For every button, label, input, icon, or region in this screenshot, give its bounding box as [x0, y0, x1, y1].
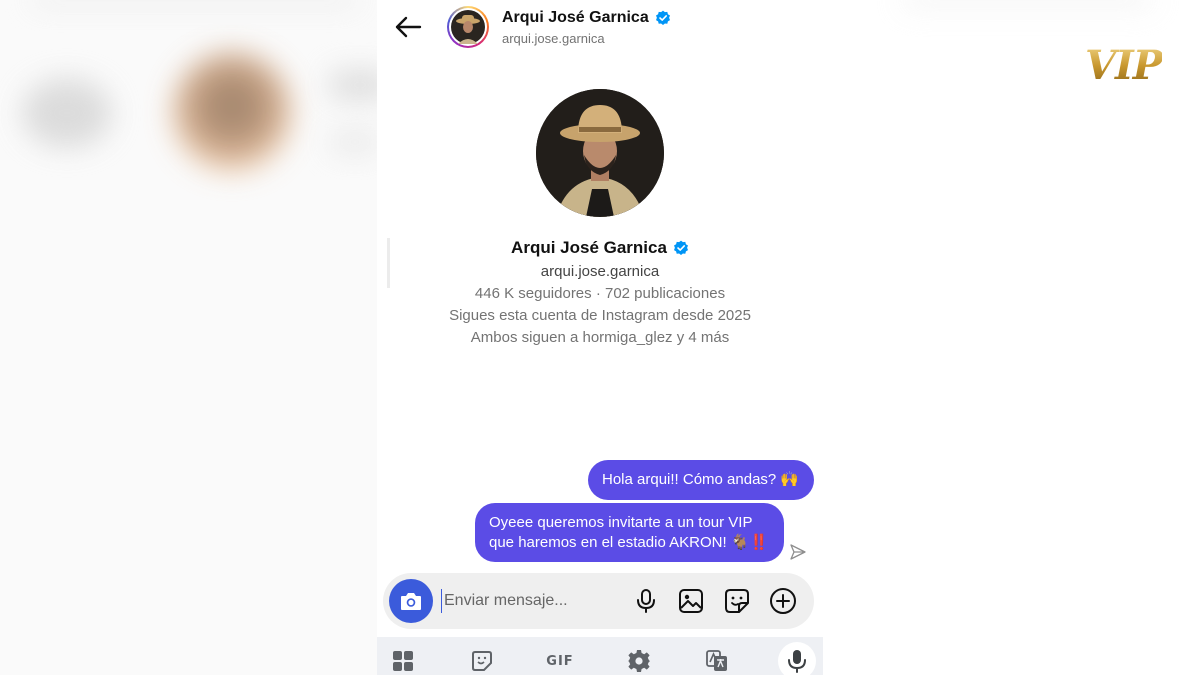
- verified-icon: [673, 240, 688, 255]
- keyboard-apps-button[interactable]: [391, 649, 415, 673]
- profile-photo: [536, 89, 664, 217]
- profile-display-name: Arqui José Garnica: [511, 238, 667, 257]
- blurred-avatar: [172, 52, 292, 172]
- gif-label: GIF: [546, 653, 574, 669]
- message-bubble[interactable]: Oyeee queremos invitarte a un tour VIP q…: [475, 503, 784, 562]
- translate-icon: [706, 650, 727, 671]
- mutual-followers-text[interactable]: Ambos siguen a hormiga_glez y 4 más: [377, 329, 823, 346]
- keyboard-settings-button[interactable]: [627, 649, 651, 673]
- message-bubble[interactable]: Hola arqui!! Cómo andas? 🙌: [588, 460, 814, 500]
- microphone-icon: [637, 589, 655, 613]
- message-text: Hola arqui!! Cómo andas? 🙌: [602, 471, 800, 488]
- camera-icon: [401, 593, 421, 610]
- gallery-button[interactable]: [676, 586, 706, 616]
- keyboard-translate-button[interactable]: [705, 649, 729, 673]
- blurred-shape: [903, 0, 1153, 6]
- profile-avatar[interactable]: [536, 89, 664, 217]
- blurred-shape: [30, 0, 360, 6]
- header-username: arqui.jose.garnica: [502, 31, 605, 46]
- apps-grid-icon: [393, 651, 413, 671]
- more-options-button[interactable]: [768, 586, 798, 616]
- settings-icon: [628, 650, 650, 672]
- blurred-shape: [330, 70, 377, 100]
- back-arrow-icon: [395, 16, 422, 38]
- thread-header: Arqui José Garnica arqui.jose.garnica: [377, 0, 823, 56]
- blurred-backdrop-right: [823, 0, 1200, 675]
- message-composer: [383, 573, 814, 629]
- avatar-image: [451, 10, 485, 44]
- send-status-icon: [790, 544, 806, 560]
- header-display-name-row[interactable]: Arqui José Garnica: [502, 9, 671, 27]
- keyboard-voice-button[interactable]: [778, 642, 816, 675]
- blurred-backdrop-left: [0, 0, 377, 675]
- keyboard-toolbar: GIF: [377, 637, 823, 675]
- back-button[interactable]: [393, 14, 423, 40]
- sticker-button[interactable]: [722, 586, 752, 616]
- voice-input-icon: [788, 650, 806, 673]
- message-input[interactable]: [441, 589, 621, 613]
- message-text-line: Oyeee queremos invitarte a un tour VIP: [489, 514, 753, 531]
- profile-stats: 446 K seguidores · 702 publicaciones: [474, 285, 726, 302]
- message-text-line: que haremos en el estadio AKRON! 🐐‼️: [489, 534, 769, 551]
- following-since-text: Sigues esta cuenta de Instagram desde 20…: [449, 307, 751, 324]
- keyboard-sticker-button[interactable]: [470, 649, 494, 673]
- gallery-icon: [679, 589, 703, 613]
- header-display-name: Arqui José Garnica: [502, 9, 649, 26]
- camera-button[interactable]: [389, 579, 433, 623]
- profile-username: arqui.jose.garnica: [540, 263, 660, 280]
- vip-watermark-logo: VIP: [1085, 42, 1163, 89]
- dm-thread-screen: Arqui José Garnica arqui.jose.garnica Ar…: [377, 0, 823, 675]
- plus-icon: [770, 588, 796, 614]
- voice-message-button[interactable]: [631, 586, 661, 616]
- blurred-shape: [22, 78, 112, 148]
- keyboard-sticker-icon: [472, 651, 492, 671]
- profile-display-name-row: Arqui José Garnica: [377, 238, 823, 258]
- sticker-icon: [725, 589, 749, 613]
- blurred-shape: [330, 130, 377, 154]
- verified-icon: [655, 10, 670, 25]
- keyboard-gif-button[interactable]: GIF: [545, 649, 575, 673]
- header-avatar[interactable]: [447, 6, 489, 48]
